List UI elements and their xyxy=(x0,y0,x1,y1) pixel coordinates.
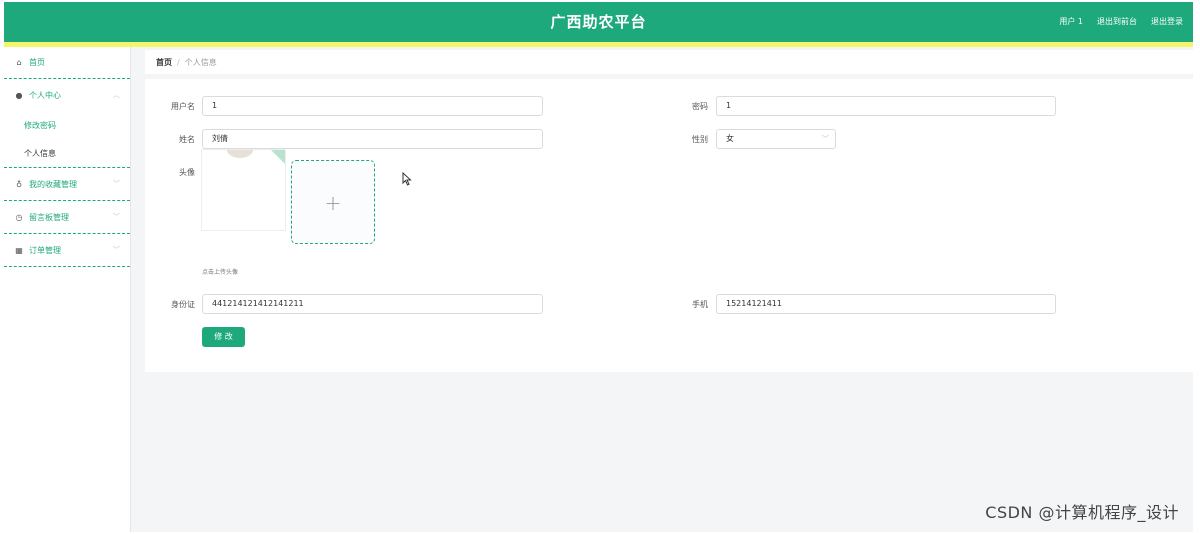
chevron-down-icon: ﹀ xyxy=(113,213,120,221)
sidebar-item-label: 个人中心 xyxy=(29,90,61,100)
exit-to-frontend-link[interactable]: 退出到前台 xyxy=(1097,16,1137,27)
watermark: CSDN @计算机程序_设计 xyxy=(985,503,1179,522)
plus-icon: + xyxy=(324,191,342,215)
sidebar-item-personal-info[interactable]: 个人信息 xyxy=(4,139,130,167)
top-navbar: 广西助农平台 用户 1 退出到前台 退出登录 xyxy=(4,2,1193,42)
gender-select[interactable]: 女 ﹀ xyxy=(716,129,836,149)
chevron-down-icon: ﹀ xyxy=(113,180,120,188)
gender-label: 性别 xyxy=(692,135,708,144)
avatar-upload-button[interactable]: + xyxy=(291,160,375,244)
personal-info-form: 用户名 1 密码 1 姓名 刘倩 性别 女 ﹀ 头像 + 点击上传头像 身份证 … xyxy=(145,79,1193,372)
username-label: 用户名 xyxy=(171,102,195,111)
sidebar-item-orders[interactable]: ▦ 订单管理 ﹀ xyxy=(4,234,130,267)
top-links: 用户 1 退出到前台 退出登录 xyxy=(1059,16,1183,27)
mouse-cursor-icon xyxy=(402,171,412,190)
sidebar-item-change-password[interactable]: 修改密码 xyxy=(4,111,130,139)
name-label: 姓名 xyxy=(179,135,195,144)
app-frame: 广西助农平台 用户 1 退出到前台 退出登录 ⌂ 首页 ● 个人中心 ︿ 修改密… xyxy=(4,2,1193,532)
sidebar-item-home[interactable]: ⌂ 首页 xyxy=(4,47,130,79)
idcard-label: 身份证 xyxy=(171,300,195,309)
idcard-field[interactable]: 441214121412141211 xyxy=(202,294,543,314)
sidebar-item-label: 留言板管理 xyxy=(29,212,69,222)
password-field[interactable]: 1 xyxy=(716,96,1056,116)
username-field[interactable]: 1 xyxy=(202,96,543,116)
sidebar-item-favorites[interactable]: ♁ 我的收藏管理 ﹀ xyxy=(4,168,130,201)
chevron-down-icon: ﹀ xyxy=(822,135,829,143)
sidebar-item-label: 首页 xyxy=(29,58,45,67)
user-icon: ● xyxy=(15,90,23,100)
name-field[interactable]: 刘倩 xyxy=(202,129,543,149)
chevron-down-icon: ﹀ xyxy=(113,246,120,254)
trash-icon: ▦ xyxy=(15,245,23,255)
header-accent-strip xyxy=(4,42,1193,47)
sidebar-item-label: 订单管理 xyxy=(29,245,61,255)
avatar-label: 头像 xyxy=(179,168,195,177)
sidebar-group-personal-center: ● 个人中心 ︿ 修改密码 个人信息 xyxy=(4,79,130,168)
sidebar-item-label: 我的收藏管理 xyxy=(29,179,77,189)
breadcrumb-home[interactable]: 首页 xyxy=(156,57,172,68)
logout-link[interactable]: 退出登录 xyxy=(1151,16,1183,27)
sidebar-item-personal-center[interactable]: ● 个人中心 ︿ xyxy=(4,79,130,111)
upload-hint: 点击上传头像 xyxy=(202,269,239,276)
avatar-corner-mark xyxy=(271,150,285,164)
home-icon: ⌂ xyxy=(16,58,22,67)
avatar-image-shape xyxy=(227,150,253,158)
sidebar-item-messages[interactable]: ◷ 留言板管理 ﹀ xyxy=(4,201,130,234)
avatar-preview xyxy=(201,149,286,231)
breadcrumb-current: 个人信息 xyxy=(184,57,217,67)
gender-selected-value: 女 xyxy=(726,134,734,143)
chevron-up-icon: ︿ xyxy=(113,91,120,99)
microphone-icon: ♁ xyxy=(16,179,22,189)
app-title: 广西助农平台 xyxy=(550,13,647,31)
password-label: 密码 xyxy=(692,102,708,111)
submit-button[interactable]: 修 改 xyxy=(202,327,245,347)
phone-label: 手机 xyxy=(692,300,708,309)
current-user-link[interactable]: 用户 1 xyxy=(1059,16,1083,27)
breadcrumb: 首页 / 个人信息 xyxy=(145,50,1193,74)
phone-field[interactable]: 15214121411 xyxy=(716,294,1056,314)
clock-icon: ◷ xyxy=(15,212,23,222)
breadcrumb-separator: / xyxy=(177,57,180,67)
sidebar: ⌂ 首页 ● 个人中心 ︿ 修改密码 个人信息 ♁ 我的收藏管理 ﹀ ◷ 留言板… xyxy=(4,47,131,532)
